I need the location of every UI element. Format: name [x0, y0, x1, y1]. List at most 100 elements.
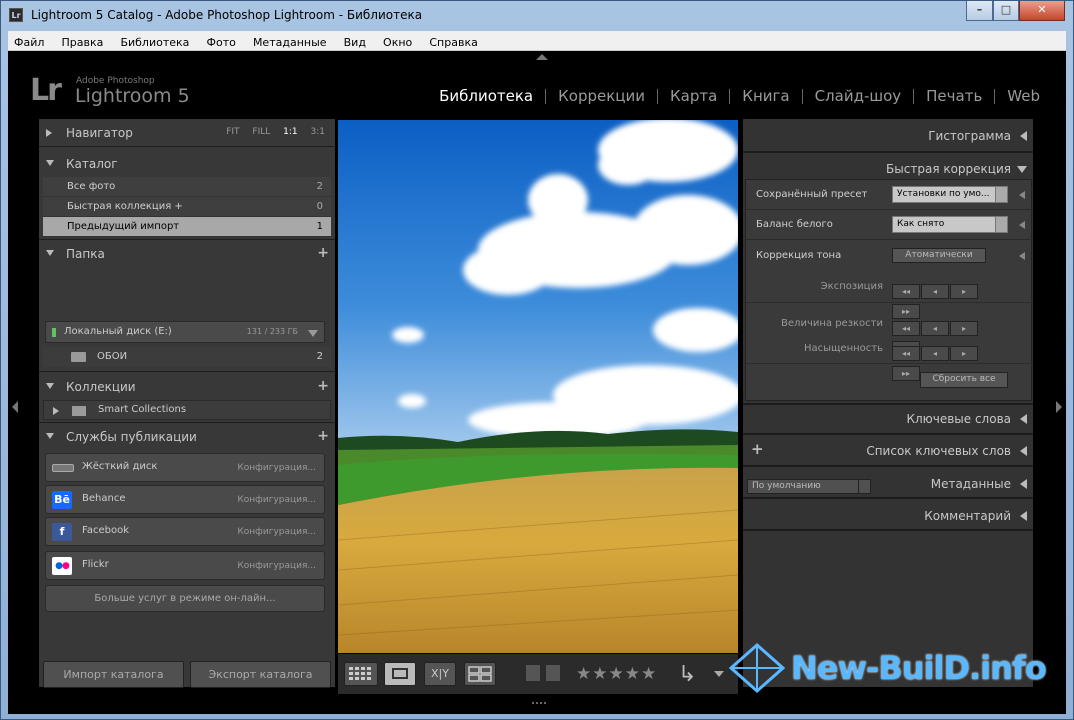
close-button[interactable]: ✕: [1019, 1, 1065, 21]
add-publish-service-icon[interactable]: +: [317, 428, 329, 444]
publish-service-facebook[interactable]: f Facebook Конфигурация...: [45, 517, 325, 546]
collapse-triangle-icon[interactable]: [1019, 191, 1025, 199]
service-label: Жёсткий диск: [82, 461, 158, 472]
compare-view-icon[interactable]: X|Y: [424, 662, 456, 686]
catalog-item-count: 1: [316, 221, 323, 232]
stepper-icon: [995, 187, 1007, 202]
service-configure-link[interactable]: Конфигурация...: [237, 561, 316, 571]
survey-view-icon[interactable]: [464, 662, 496, 686]
window-title: Lightroom 5 Catalog - Adobe Photoshop Li…: [31, 8, 423, 22]
minimize-button[interactable]: –: [966, 1, 993, 21]
zoom-1-1[interactable]: 1:1: [283, 127, 297, 137]
watermark-text: New-BuilD.info: [791, 649, 1047, 687]
left-panel-toggle-icon[interactable]: [12, 401, 18, 413]
catalog-item-previous-import[interactable]: Предыдущий импорт 1: [43, 217, 331, 237]
disk-label: Локальный диск (E:): [64, 326, 172, 337]
module-map[interactable]: Карта: [658, 87, 729, 105]
maximize-button[interactable]: □: [993, 1, 1019, 21]
zoom-fit[interactable]: FIT: [226, 127, 239, 137]
title-bar[interactable]: Lr Lightroom 5 Catalog - Adobe Photoshop…: [1, 1, 1073, 29]
export-catalog-button[interactable]: Экспорт каталога: [190, 661, 331, 688]
service-configure-link[interactable]: Конфигурация...: [237, 463, 316, 473]
vibrance-row: Насыщенность ◂◂ ◂ ▸▸▸: [746, 340, 1033, 381]
tone-control-label: Коррекция тона: [756, 250, 842, 261]
module-library[interactable]: Библиотека: [427, 87, 545, 105]
folders-header[interactable]: Папка +: [39, 243, 335, 265]
collapse-triangle-icon[interactable]: [1019, 221, 1025, 229]
catalog-item-count: 0: [316, 201, 323, 212]
menu-file[interactable]: Файл: [8, 33, 50, 53]
reset-all-button[interactable]: Сбросить все: [920, 372, 1008, 388]
add-folder-icon[interactable]: +: [317, 245, 329, 261]
collections-header[interactable]: Коллекции +: [39, 376, 335, 398]
grid-view-icon[interactable]: [344, 662, 378, 686]
publish-service-hard-drive[interactable]: Жёсткий диск Конфигурация...: [45, 453, 325, 482]
volume-local-disk[interactable]: Локальный диск (E:) 131 / 233 ГБ: [45, 321, 325, 343]
collapse-triangle-icon[interactable]: [1019, 252, 1025, 260]
module-book[interactable]: Книга: [730, 87, 801, 105]
flag-icon[interactable]: [526, 665, 540, 681]
zoom-3-1[interactable]: 3:1: [311, 127, 325, 137]
quick-develop-panel: Сохранённый пресет Установки по умо... Б…: [745, 179, 1033, 401]
catalog-header[interactable]: Каталог: [39, 153, 335, 175]
service-configure-link[interactable]: Конфигурация...: [237, 495, 316, 505]
stepper-icon: [995, 217, 1007, 232]
photo-preview[interactable]: [338, 120, 738, 653]
vibrance-label: Насыщенность: [803, 343, 883, 354]
hard-drive-icon: [52, 464, 74, 472]
menu-window[interactable]: Окно: [377, 33, 418, 53]
reject-flag-icon[interactable]: [546, 665, 560, 681]
module-slideshow[interactable]: Слайд-шоу: [803, 87, 914, 105]
exposure-label: Экспозиция: [820, 281, 883, 292]
metadata-title: Метаданные: [930, 477, 1011, 491]
white-balance-select[interactable]: Как снято: [892, 216, 1008, 233]
module-web[interactable]: Web: [995, 87, 1052, 105]
auto-tone-button[interactable]: Атоматически: [892, 248, 986, 263]
smart-collections-item[interactable]: Smart Collections: [43, 400, 331, 420]
keywording-title: Ключевые слова: [906, 412, 1011, 426]
star-rating[interactable]: ★★★★★: [576, 664, 657, 684]
loupe-view-icon[interactable]: [384, 662, 416, 686]
add-collection-icon[interactable]: +: [317, 378, 329, 394]
vibrance-steppers[interactable]: ◂◂ ◂ ▸▸▸: [892, 341, 1007, 381]
zoom-fill[interactable]: FILL: [252, 127, 270, 137]
saved-preset-select[interactable]: Установки по умо...: [892, 186, 1008, 203]
disk-dropdown-icon[interactable]: [308, 330, 318, 337]
add-keyword-icon[interactable]: +: [751, 440, 764, 458]
keywording-header[interactable]: Ключевые слова: [743, 404, 1033, 434]
rotate-icon[interactable]: ↳: [678, 662, 696, 687]
more-services-button[interactable]: Больше услуг в режиме он-лайн...: [45, 585, 325, 612]
catalog-item-quick-collection[interactable]: Быстрая коллекция + 0: [43, 197, 331, 217]
exposure-steppers[interactable]: ◂◂ ◂ ▸▸▸: [892, 279, 1007, 319]
navigator-header[interactable]: Навигатор FIT FILL 1:1 3:1: [39, 122, 335, 144]
folder-item-oboi[interactable]: ОБОИ 2: [43, 347, 331, 367]
right-panel-toggle-icon[interactable]: [1056, 401, 1062, 413]
catalog-item-all-photos[interactable]: Все фото 2: [43, 177, 331, 197]
grid-glyph: [349, 667, 371, 680]
metadata-header[interactable]: Метаданные: [743, 469, 1033, 499]
import-catalog-button[interactable]: Импорт каталога: [43, 661, 184, 688]
service-configure-link[interactable]: Конфигурация...: [237, 527, 316, 537]
toolbar-menu-icon[interactable]: [714, 671, 724, 677]
expand-triangle-icon[interactable]: [53, 407, 59, 415]
publish-service-flickr[interactable]: ●● Flickr Конфигурация...: [45, 551, 325, 580]
publish-service-behance[interactable]: Bē Behance Конфигурация...: [45, 485, 325, 514]
bottom-panel-toggle-icon[interactable]: [532, 702, 546, 710]
top-panel-toggle-icon[interactable]: [536, 54, 548, 60]
menu-metadata[interactable]: Метаданные: [247, 33, 333, 53]
menu-view[interactable]: Вид: [338, 33, 372, 53]
histogram-header[interactable]: Гистограмма: [743, 121, 1033, 151]
keyword-list-header[interactable]: + Список ключевых слов: [743, 436, 1033, 466]
saved-preset-label: Сохранённый пресет: [756, 189, 868, 200]
module-develop[interactable]: Коррекции: [546, 87, 657, 105]
menu-edit[interactable]: Правка: [55, 33, 109, 53]
menu-help[interactable]: Справка: [423, 33, 483, 53]
clarity-steppers[interactable]: ◂◂◂▸▸▸: [892, 316, 1007, 356]
menu-library[interactable]: Библиотека: [114, 33, 195, 53]
comments-header[interactable]: Комментарий: [743, 501, 1033, 531]
publish-services-header[interactable]: Службы публикации +: [39, 426, 335, 448]
module-print[interactable]: Печать: [914, 87, 994, 105]
divider: [743, 529, 1033, 531]
menu-photo[interactable]: Фото: [201, 33, 242, 53]
divider: [39, 239, 335, 240]
